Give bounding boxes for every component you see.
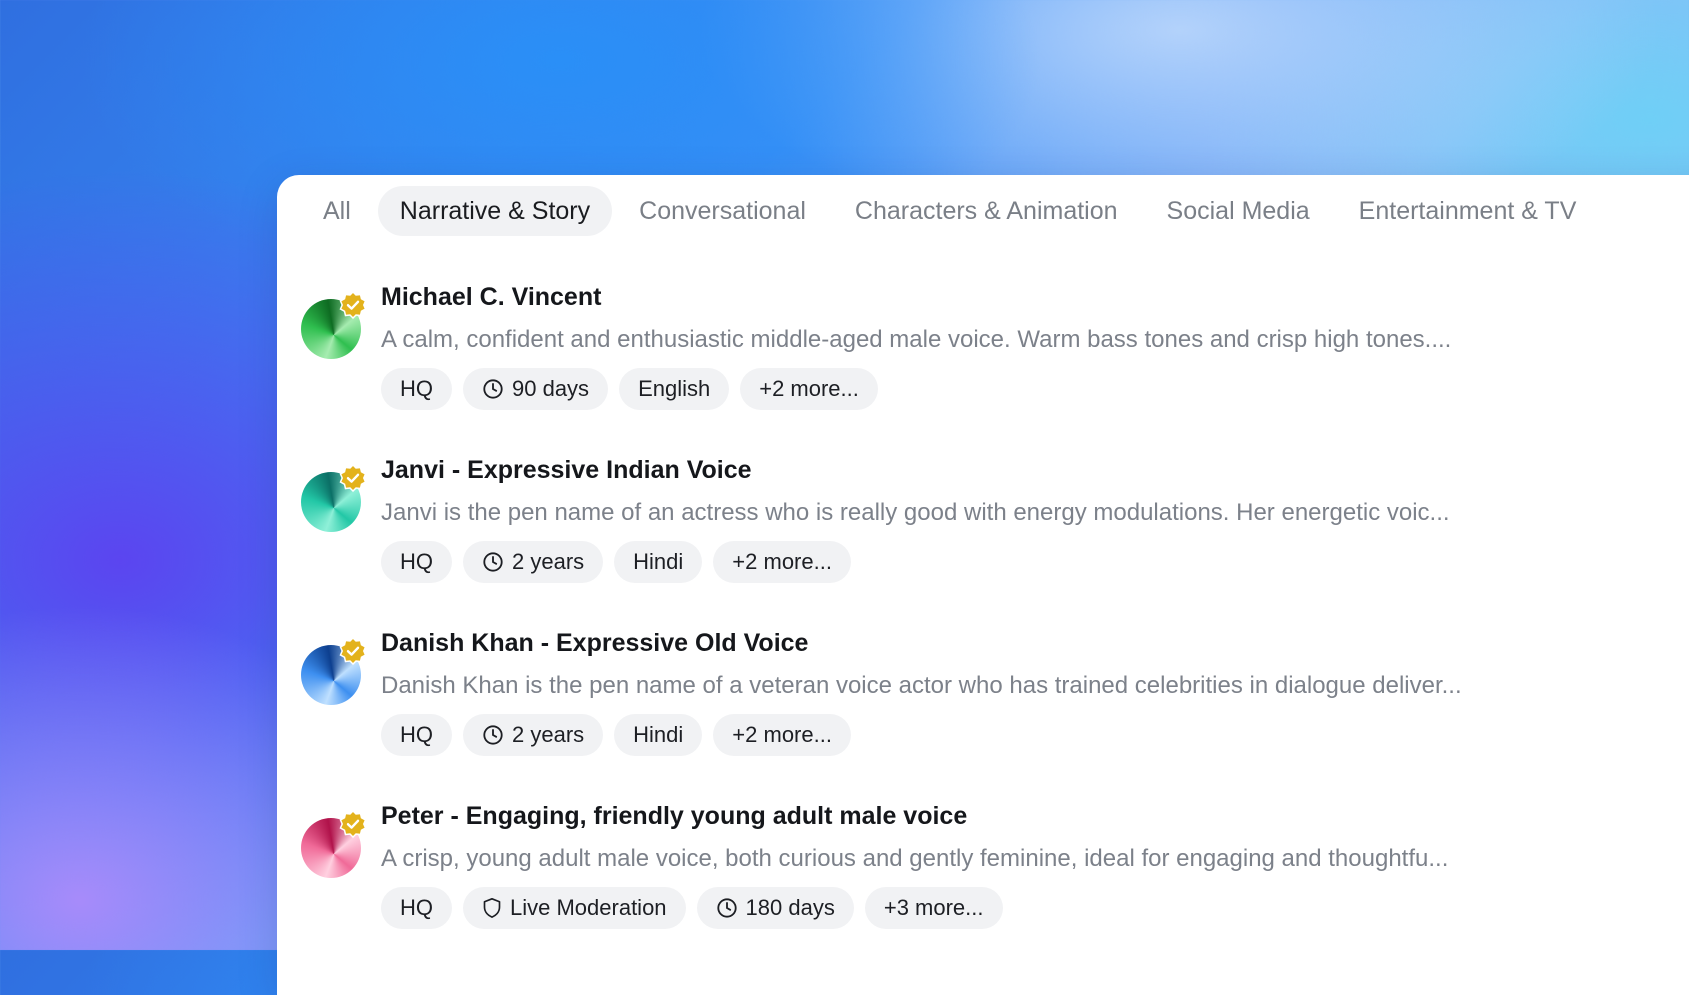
avatar [301,637,367,705]
voice-item[interactable]: Danish Khan - Expressive Old Voice Danish… [301,619,1689,784]
verified-badge-icon [339,291,367,319]
voice-tag[interactable]: HQ [381,541,452,583]
voice-tags: HQ 90 days English +2 more... [381,368,889,410]
verified-badge-icon [339,810,367,838]
voice-description: Janvi is the pen name of an actress who … [381,499,1450,526]
voice-tag-label: HQ [400,376,433,401]
voice-tag-label: Hindi [633,549,684,574]
voice-tag-label: 2 years [512,722,585,747]
clock-icon [482,378,512,400]
voice-tag[interactable]: 2 years [463,541,604,583]
voice-item[interactable]: Michael C. Vincent A calm, confident and … [301,273,1689,438]
voice-tag-label: Live Moderation [510,895,667,920]
voice-tag-label: HQ [400,722,433,747]
voice-library-panel: All Narrative & Story Conversational Cha… [277,175,1689,995]
clock-icon [482,551,512,573]
voice-tag-label: Hindi [633,722,684,747]
verified-badge-icon [339,637,367,665]
voice-tag[interactable]: 2 years [463,714,604,756]
voice-tag-label: 90 days [512,376,590,401]
avatar [301,291,367,359]
voice-tag-label: +2 more... [759,376,859,401]
tab-narrative-story[interactable]: Narrative & Story [377,186,613,236]
voice-tag-label: 180 days [745,895,835,920]
voice-tag-label: HQ [400,895,433,920]
clock-icon [716,897,746,919]
verified-badge-icon [339,464,367,492]
voice-description: Danish Khan is the pen name of a veteran… [381,672,1462,699]
tab-characters-animation[interactable]: Characters & Animation [833,186,1140,236]
voice-tag[interactable]: HQ [381,887,452,929]
voice-item[interactable]: Peter - Engaging, friendly young adult m… [301,792,1689,957]
tab-entertainment-tv[interactable]: Entertainment & TV [1337,186,1599,236]
voice-tag[interactable]: English [619,368,730,410]
shield-icon [482,897,510,919]
voice-description: A crisp, young adult male voice, both cu… [381,845,1449,872]
voice-item[interactable]: Janvi - Expressive Indian Voice Janvi is … [301,446,1689,611]
voice-tag[interactable]: Live Moderation [463,887,686,929]
voice-tag-label: English [638,376,711,401]
avatar [301,464,367,532]
voice-tags: HQ 2 years Hindi +2 more... [381,714,862,756]
voice-tag[interactable]: +3 more... [864,887,1003,929]
voice-tag[interactable]: +2 more... [713,541,851,583]
voice-tag[interactable]: Hindi [614,714,703,756]
voice-name[interactable]: Michael C. Vincent [381,283,601,312]
voice-tag[interactable]: Hindi [614,541,703,583]
voice-tag[interactable]: +2 more... [740,368,878,410]
voice-tag-label: +2 more... [732,722,832,747]
voice-tag[interactable]: HQ [381,714,452,756]
clock-icon [482,724,512,746]
voice-description: A calm, confident and enthusiastic middl… [381,326,1452,353]
voice-tag[interactable]: HQ [381,368,452,410]
tab-conversational[interactable]: Conversational [617,186,828,236]
voice-tag-label: +3 more... [883,895,984,920]
category-tabs: All Narrative & Story Conversational Cha… [277,186,1598,236]
avatar [301,810,367,878]
voice-tag-label: HQ [400,549,433,574]
voice-tag[interactable]: 180 days [696,887,854,929]
voice-name[interactable]: Danish Khan - Expressive Old Voice [381,629,808,658]
voice-tags: HQ Live Moderation 180 days +3 more... [381,887,1014,929]
voice-tag-label: +2 more... [732,549,832,574]
voice-tag-label: 2 years [512,549,585,574]
tab-all[interactable]: All [301,186,373,236]
voice-tag[interactable]: +2 more... [713,714,851,756]
voice-name[interactable]: Peter - Engaging, friendly young adult m… [381,802,967,831]
tab-social-media[interactable]: Social Media [1145,186,1332,236]
voice-tags: HQ 2 years Hindi +2 more... [381,541,862,583]
voice-name[interactable]: Janvi - Expressive Indian Voice [381,456,752,485]
voice-tag[interactable]: 90 days [463,368,609,410]
